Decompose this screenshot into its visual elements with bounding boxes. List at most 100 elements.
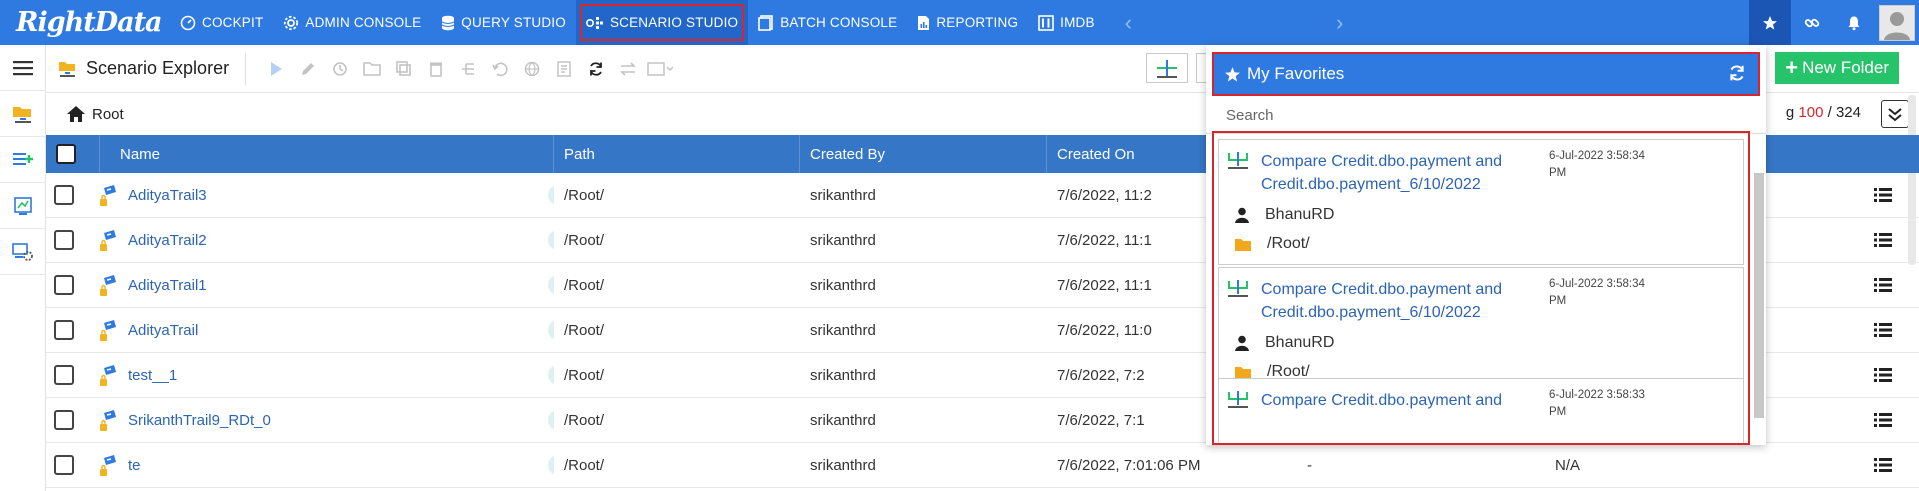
more-options-button[interactable] (644, 53, 676, 85)
nav-scroll-left-icon[interactable]: ‹ (1113, 10, 1144, 36)
row-menu-icon[interactable] (1864, 308, 1892, 353)
split-button[interactable] (452, 53, 484, 85)
favorites-button[interactable] (1749, 0, 1791, 45)
favorite-title-link[interactable]: Compare Credit.dbo.payment and Credit.db… (1261, 150, 1561, 196)
pencil-icon (302, 62, 314, 75)
nav-batch-console[interactable]: BATCH CONSOLE (748, 0, 907, 45)
double-chevron-down-icon (1888, 108, 1902, 122)
refresh-icon (1730, 65, 1744, 81)
undo-button[interactable] (484, 53, 516, 85)
nav-imdb[interactable]: IMDB (1028, 0, 1105, 45)
sidebar-add-scenario[interactable] (0, 137, 46, 183)
count-badge: 0 (548, 455, 554, 475)
row-created-by: srikanthrd (810, 276, 876, 294)
home-icon (67, 106, 85, 122)
history-button[interactable] (324, 53, 356, 85)
collapse-button[interactable] (1881, 100, 1909, 128)
row-menu-icon[interactable] (1864, 353, 1892, 398)
nav-reporting[interactable]: REPORTING (907, 0, 1028, 45)
scenario-name-link[interactable]: SrikanthTrail9_RDt_0 (128, 412, 271, 429)
favorite-item[interactable]: Compare Credit.dbo.payment and Credit.db… (1218, 139, 1744, 265)
table-row[interactable]: te 0/Root/srikanthrd 7/6/2022, 7:01:06 PM -… (46, 443, 1919, 488)
hamburger-icon (13, 60, 33, 75)
scenario-locked-icon (100, 317, 122, 343)
scenario-name-link[interactable]: test__1 (128, 367, 177, 384)
favorites-title: My Favorites (1247, 64, 1345, 83)
row-name-cell: AdityaTrail2 0 (100, 218, 554, 263)
nav-scenario-studio[interactable]: SCENARIO STUDIO (575, 0, 749, 45)
select-all-checkbox[interactable] (56, 144, 76, 164)
breadcrumb-root[interactable]: Root (46, 105, 124, 123)
run-button[interactable] (260, 53, 292, 85)
sidebar-settings[interactable] (0, 229, 46, 275)
favorite-user-name: BhanuRD (1265, 334, 1335, 351)
nav-cockpit[interactable]: COCKPIT (170, 0, 273, 45)
hamburger-menu-button[interactable] (0, 45, 46, 91)
scenario-name-link[interactable]: AdityaTrail (128, 322, 198, 339)
toolbar-actions (260, 53, 676, 85)
scenario-name-link[interactable]: te (128, 457, 141, 474)
row-checkbox[interactable] (54, 410, 74, 430)
folder-icon (1235, 365, 1267, 379)
scenario-name-link[interactable]: AdityaTrail3 (128, 187, 207, 204)
row-checkbox[interactable] (54, 455, 74, 475)
row-menu-icon[interactable] (1864, 398, 1892, 443)
scenario-name-link[interactable]: AdityaTrail1 (128, 277, 207, 294)
row-name-cell: SrikanthTrail9_RDt_0 0 (100, 398, 554, 443)
swap-button[interactable] (612, 53, 644, 85)
sidebar-compare[interactable] (0, 183, 46, 229)
row-path: /Root/ (564, 276, 605, 294)
favorite-item[interactable]: Compare Credit.dbo.payment and Credit.db… (1218, 267, 1744, 393)
sidebar-scenario-explorer[interactable] (0, 91, 46, 137)
compare-view-button[interactable] (1146, 53, 1188, 83)
globe-button[interactable] (516, 53, 548, 85)
row-path: /Root/ (564, 186, 605, 204)
favorites-search-input[interactable] (1206, 98, 1766, 134)
row-menu-icon[interactable] (1864, 173, 1892, 218)
delete-button[interactable] (420, 53, 452, 85)
copy-icon (396, 60, 411, 76)
notifications-button[interactable] (1833, 0, 1875, 45)
link-button[interactable] (1791, 0, 1833, 45)
nav-scenario-studio-label: SCENARIO STUDIO (609, 15, 739, 30)
bell-icon (1848, 16, 1860, 30)
report-button[interactable] (548, 53, 580, 85)
refresh-icon (590, 61, 602, 76)
row-checkbox[interactable] (54, 275, 74, 295)
row-checkbox[interactable] (54, 365, 74, 385)
row-created-by: srikanthrd (810, 186, 876, 204)
row-checkbox[interactable] (54, 320, 74, 340)
new-folder-button[interactable]: + New Folder (1775, 52, 1899, 84)
nav-scroll-right-icon[interactable]: › (1324, 10, 1355, 36)
page-title-text: Scenario Explorer (86, 58, 230, 78)
row-checkbox[interactable] (54, 230, 74, 250)
col-header-path[interactable]: Path (554, 135, 800, 173)
favorites-refresh-button[interactable] (1728, 64, 1746, 87)
edit-button[interactable] (292, 53, 324, 85)
row-select-cell (46, 218, 100, 263)
favorite-title-link[interactable]: Compare Credit.dbo.payment and (1261, 389, 1561, 412)
row-menu-icon[interactable] (1864, 443, 1892, 488)
folder-icon (1235, 237, 1267, 251)
user-avatar[interactable] (1875, 0, 1919, 45)
link-icon (1804, 18, 1820, 27)
nav-admin-console[interactable]: ADMIN CONSOLE (273, 0, 431, 45)
report-icon (918, 15, 930, 30)
row-checkbox[interactable] (54, 185, 74, 205)
favorite-item[interactable]: Compare Credit.dbo.payment and 6-Jul-2022… (1218, 378, 1744, 443)
favorite-date: 6-Jul-2022 3:58:34 PM (1549, 278, 1645, 307)
refresh-button[interactable] (580, 53, 612, 85)
scenario-name-link[interactable]: AdityaTrail2 (128, 232, 207, 249)
rightdata-logo[interactable]: RightData (0, 0, 170, 45)
row-menu-icon[interactable] (1864, 263, 1892, 308)
favorite-title-link[interactable]: Compare Credit.dbo.payment and Credit.db… (1261, 278, 1561, 324)
move-folder-button[interactable] (356, 53, 388, 85)
row-menu-icon[interactable] (1864, 218, 1892, 263)
paging-info: g 100 / 324 (1786, 104, 1861, 121)
nav-query-studio[interactable]: QUERY STUDIO (431, 0, 576, 45)
scenario-locked-icon (100, 227, 122, 253)
col-header-created-by[interactable]: Created By (800, 135, 1047, 173)
col-header-name[interactable]: Name (100, 135, 554, 173)
copy-button[interactable] (388, 53, 420, 85)
favorites-scrollbar[interactable] (1754, 173, 1764, 418)
